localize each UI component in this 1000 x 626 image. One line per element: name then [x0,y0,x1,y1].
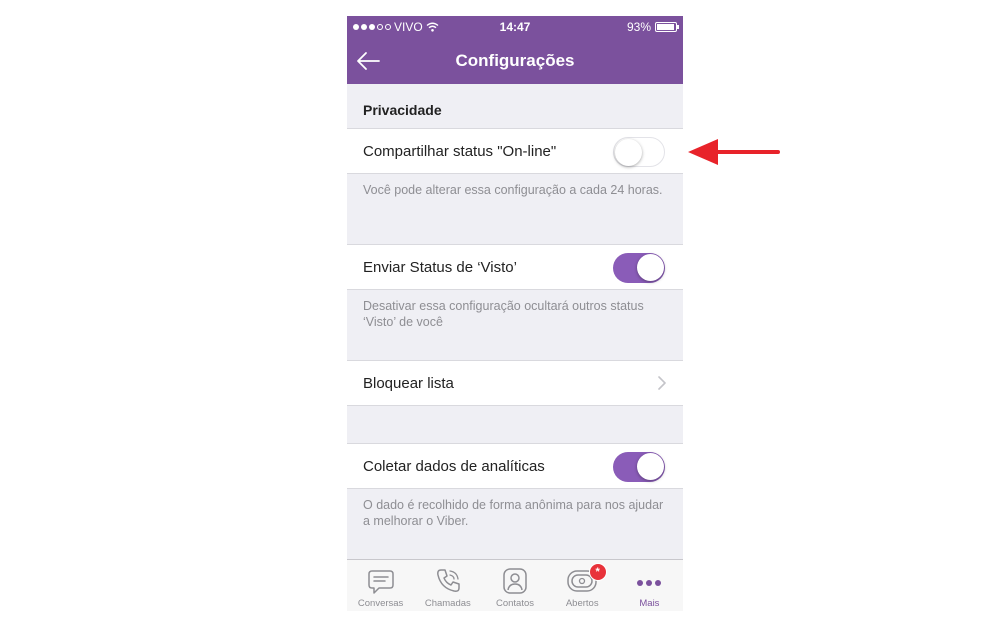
setting-footnote: Você pode alterar essa configuração a ca… [363,183,663,197]
collect-analytics-toggle[interactable] [613,452,665,482]
section-title: Privacidade [363,102,442,118]
tab-mais[interactable]: Mais [616,560,683,611]
setting-label: Bloquear lista [363,375,454,392]
setting-label: Enviar Status de ‘Visto’ [363,259,517,276]
contact-icon [503,568,527,594]
notification-badge: * [588,563,607,581]
tab-label: Conversas [357,598,404,609]
tab-label: Mais [639,598,660,609]
battery-info: 93% [626,20,679,34]
tab-label: Contatos [495,598,535,609]
tab-conversas[interactable]: Conversas [347,560,414,611]
tab-chamadas[interactable]: Chamadas [414,560,481,611]
tab-label: Chamadas [424,598,471,609]
setting-label: Coletar dados de analíticas [363,458,545,475]
status-bar: VIVO 14:47 93% [347,16,683,38]
tab-label: Abertos [565,598,599,609]
page-title: Configurações [455,51,575,70]
navigation-bar: Configurações [347,38,683,84]
setting-label: Compartilhar status "On-line" [363,143,557,160]
setting-row-send-seen-status[interactable]: Enviar Status de ‘Visto’ [347,244,683,290]
share-online-status-toggle[interactable] [613,137,665,167]
setting-row-collect-analytics[interactable]: Coletar dados de analíticas [347,443,683,489]
setting-row-block-list[interactable]: Bloquear lista [347,360,683,406]
send-seen-status-toggle[interactable] [613,253,665,283]
setting-footnote: Desativar essa configuração ocultará out… [363,299,644,329]
phone-screen: VIVO 14:47 93% Configurações Privacidade… [347,16,683,611]
more-dots-icon [637,580,662,586]
setting-footnote: O dado é recolhido de forma anônima para… [363,498,664,528]
tab-bar: Conversas Chamadas Contatos * Abertos Ma… [347,559,683,611]
chevron-right-icon [658,376,666,390]
chat-bubble-icon [367,570,394,594]
tab-abertos[interactable]: * Abertos [549,560,616,611]
battery-percent: 93% [626,20,651,34]
battery-icon [655,22,679,32]
phone-icon [436,569,460,592]
section-header-privacy: Privacidade [347,84,683,128]
setting-row-share-online-status[interactable]: Compartilhar status "On-line" [347,128,683,174]
tab-contatos[interactable]: Contatos [481,560,548,611]
annotation-arrow-icon [688,139,780,165]
